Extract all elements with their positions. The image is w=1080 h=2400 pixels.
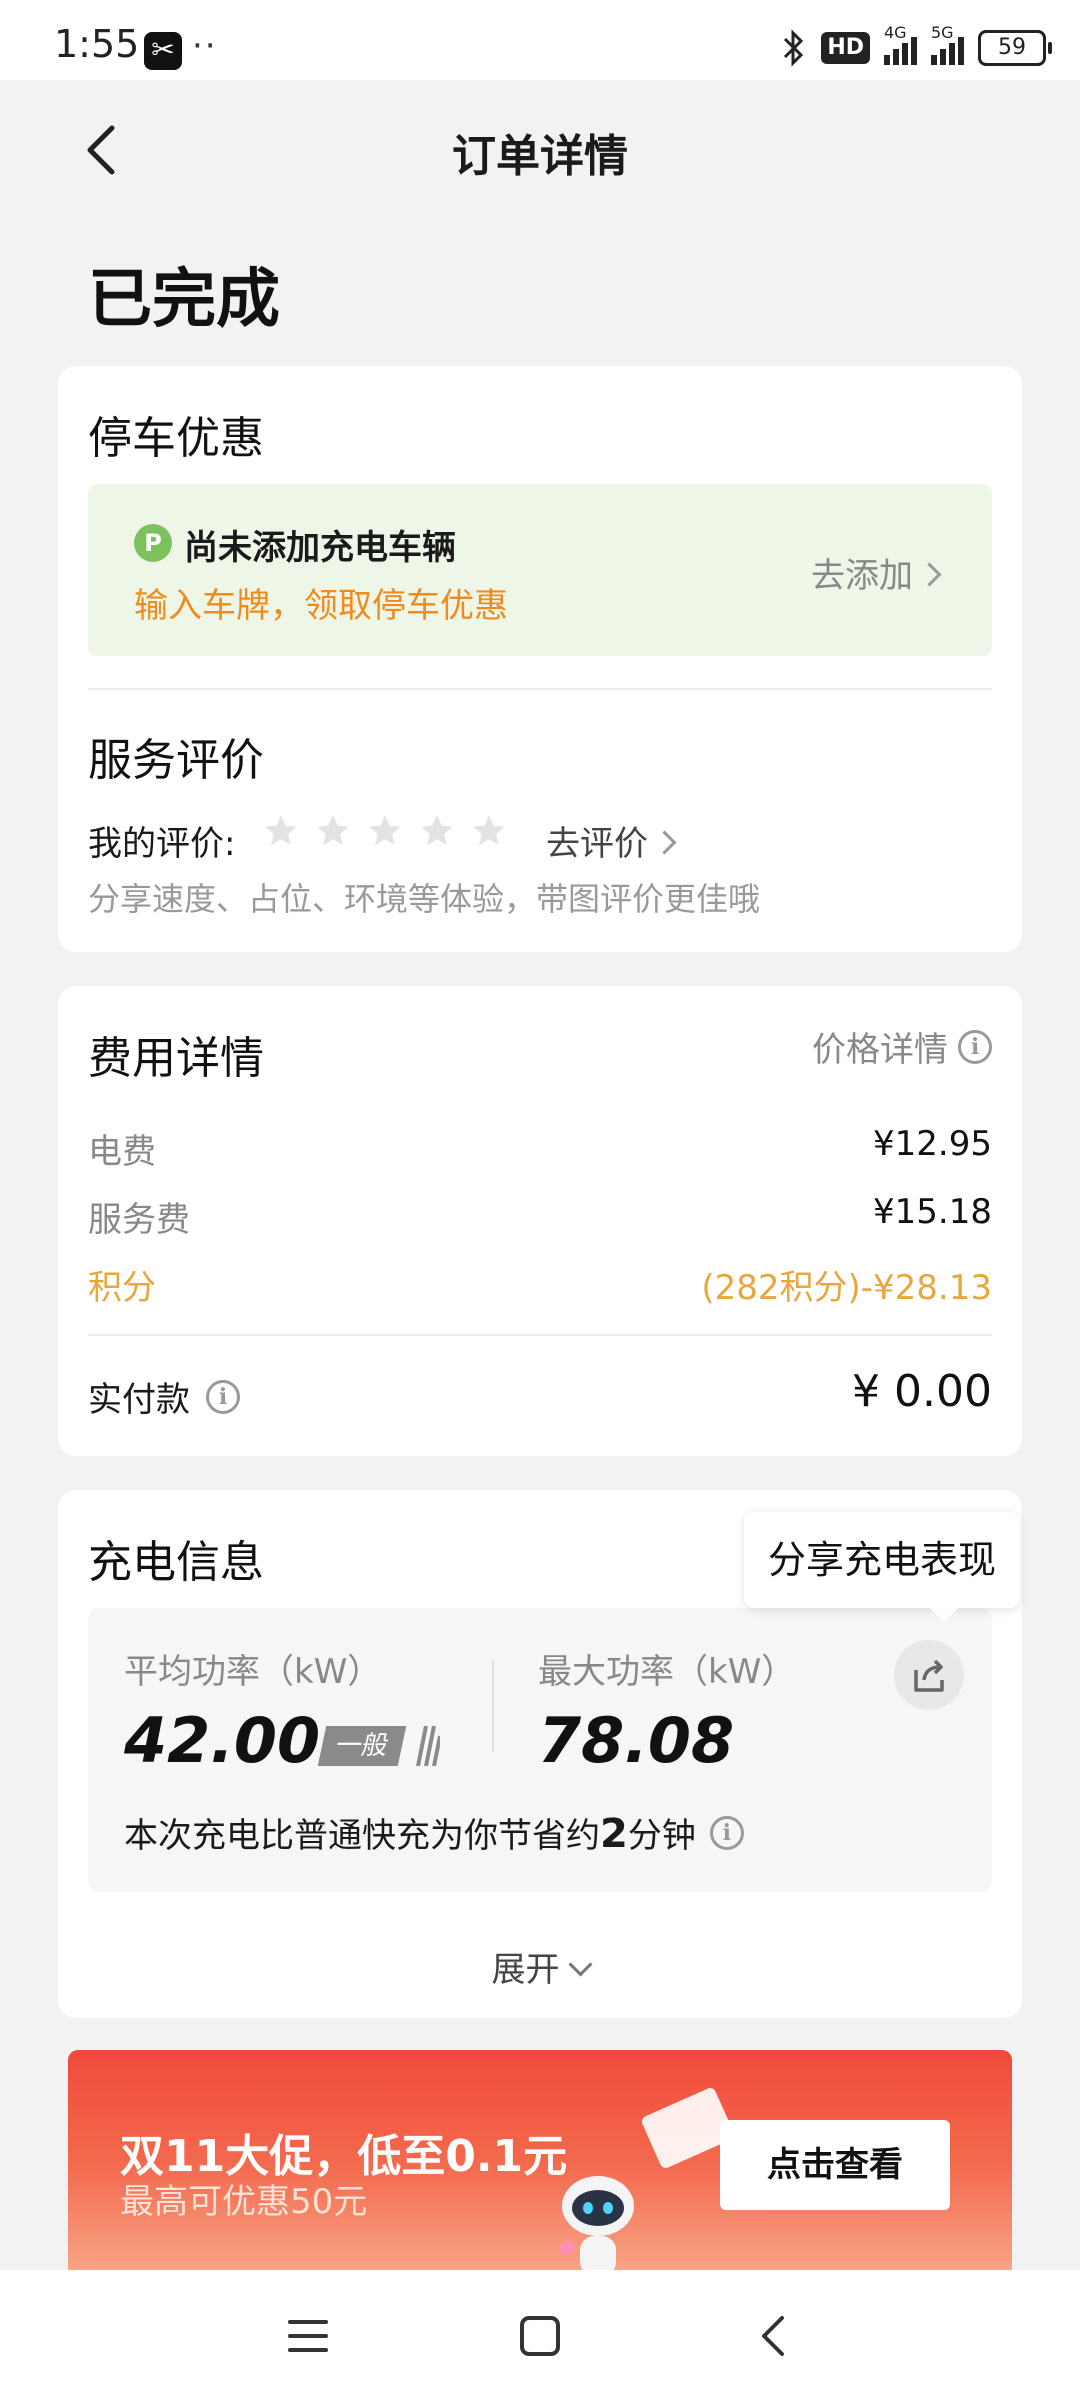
saving-prefix: 本次充电比普通快充为你节省约 <box>124 1816 600 1856</box>
battery-icon: 59 <box>978 30 1052 66</box>
divider <box>88 1334 992 1336</box>
saving-suffix: 分钟 <box>627 1816 696 1856</box>
fee-details-card: 费用详情 价格详情 i 电费 ¥12.95 服务费 ¥15.18 积分 (282… <box>58 986 1022 1456</box>
star-icon[interactable] <box>418 812 456 850</box>
star-icon[interactable] <box>470 812 508 850</box>
saving-minutes: 2 <box>600 1811 628 1857</box>
paid-amount-label: 实付款 i <box>88 1372 240 1421</box>
fee-value: ¥12.95 <box>873 1124 992 1164</box>
price-detail-label: 价格详情 <box>812 1030 948 1070</box>
metric-separator <box>492 1660 494 1752</box>
network-4g-label: 4G <box>884 23 907 42</box>
expand-button[interactable]: 展开 <box>58 1942 1022 1991</box>
network-5g-label: 5G <box>931 23 954 42</box>
promo-view-button[interactable]: 点击查看 <box>720 2120 950 2210</box>
charging-metrics-panel: 平均功率（kW） 42.00 一般 最大功率（kW） 78.08 本次充电比普通… <box>88 1608 992 1892</box>
divider <box>88 688 992 690</box>
fee-label: 积分 <box>88 1268 156 1308</box>
fee-value: (282积分)-¥28.13 <box>701 1268 992 1308</box>
info-icon[interactable]: i <box>709 1815 744 1850</box>
grade-stripes-icon <box>416 1726 440 1766</box>
charging-section-title: 充电信息 <box>88 1537 264 1588</box>
signal-5g-icon: 5G <box>931 23 964 65</box>
order-status: 已完成 <box>88 263 280 337</box>
max-power-value: 78.08 <box>538 1704 735 1777</box>
star-icon[interactable] <box>314 812 352 850</box>
fee-label: 服务费 <box>88 1200 190 1240</box>
app-notification-icon: ✂ <box>144 32 182 70</box>
navigation-bar: 订单详情 <box>0 80 1080 220</box>
parking-icon: P <box>134 524 172 562</box>
status-indicators: HD 4G 5G 59 <box>781 23 1052 70</box>
parking-sub-text: 输入车牌，领取停车优惠 <box>134 586 508 626</box>
hd-voice-badge: HD <box>821 32 870 64</box>
parking-section-title: 停车优惠 <box>88 413 264 464</box>
back-icon[interactable] <box>752 2314 796 2358</box>
star-icon[interactable] <box>366 812 404 850</box>
star-icon[interactable] <box>262 812 300 850</box>
info-icon: i <box>958 1029 992 1064</box>
paid-amount-value: ¥ 0.00 <box>852 1366 992 1417</box>
review-section-title: 服务评价 <box>88 735 264 786</box>
chevron-right-icon <box>917 562 942 587</box>
status-bar: 1:55 ✂ ·· HD 4G 5G 59 <box>0 0 1080 80</box>
price-detail-link[interactable]: 价格详情 i <box>812 1022 992 1071</box>
paid-label-text: 实付款 <box>88 1380 190 1420</box>
my-rating-label: 我的评价: <box>88 824 236 864</box>
more-notifications-icon: ·· <box>192 26 218 66</box>
add-vehicle-link[interactable]: 去添加 <box>811 548 942 597</box>
robot-mascot-icon <box>558 2176 634 2276</box>
chevron-down-icon <box>567 1952 593 1977</box>
info-icon[interactable]: i <box>206 1379 240 1414</box>
share-button[interactable] <box>894 1640 964 1710</box>
rating-stars[interactable] <box>262 812 508 850</box>
time-saving-text: 本次充电比普通快充为你节省约2分钟 i <box>124 1808 744 1857</box>
menu-icon[interactable] <box>286 2314 330 2358</box>
page-title: 订单详情 <box>452 131 628 182</box>
bluetooth-icon <box>784 29 804 67</box>
fee-section-title: 费用详情 <box>88 1033 264 1084</box>
parking-review-card: 停车优惠 P 尚未添加充电车辆 输入车牌，领取停车优惠 去添加 服务评价 我的评… <box>58 366 1022 952</box>
parking-main-text: 尚未添加充电车辆 <box>184 528 456 568</box>
review-hint: 分享速度、占位、环境等体验，带图评价更佳哦 <box>88 880 761 918</box>
max-power-label: 最大功率（kW） <box>538 1652 796 1692</box>
home-icon[interactable] <box>518 2314 562 2358</box>
fee-label: 电费 <box>88 1132 156 1172</box>
avg-power-value: 42.00 <box>124 1704 321 1777</box>
go-review-link[interactable]: 去评价 <box>546 816 677 865</box>
promo-subtitle: 最高可优惠50元 <box>120 2182 368 2222</box>
signal-4g-icon: 4G <box>884 23 917 65</box>
share-tooltip: 分享充电表现 <box>744 1512 1020 1622</box>
system-navigation-bar <box>0 2270 1080 2400</box>
go-review-label: 去评价 <box>546 824 648 864</box>
saving-text: 本次充电比普通快充为你节省约2分钟 <box>124 1808 696 1857</box>
expand-label: 展开 <box>491 1950 560 1990</box>
avg-power-label: 平均功率（kW） <box>124 1652 382 1692</box>
fee-value: ¥15.18 <box>873 1192 992 1232</box>
chevron-right-icon <box>652 830 677 855</box>
promo-banner[interactable]: 双11大促，低至0.1元 最高可优惠50元 点击查看 <box>68 2050 1012 2280</box>
share-icon <box>914 1659 944 1692</box>
power-grade-badge: 一般 <box>317 1726 407 1766</box>
status-time: 1:55 <box>54 22 140 66</box>
add-vehicle-label: 去添加 <box>811 556 913 596</box>
parking-banner[interactable]: P 尚未添加充电车辆 输入车牌，领取停车优惠 去添加 <box>88 484 992 656</box>
